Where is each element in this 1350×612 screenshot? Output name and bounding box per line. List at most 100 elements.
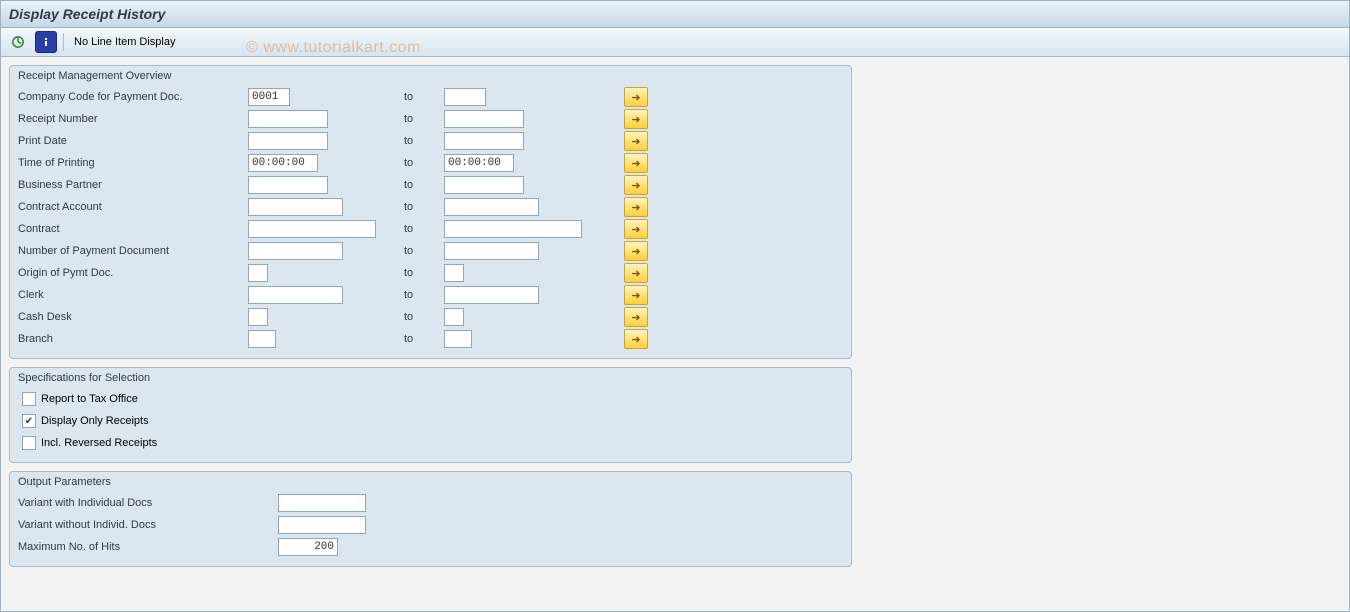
input-company-code-to[interactable] (444, 88, 486, 106)
arrow-right-icon: ➜ (631, 223, 640, 236)
toolbar: No Line Item Display (1, 28, 1349, 57)
group-output-parameters: Output Parameters Variant with Individua… (9, 471, 852, 567)
execute-icon (11, 35, 25, 49)
label-number-of-payment-document: Number of Payment Document (18, 245, 248, 257)
checkbox-row-only-receipts: ✔ Display Only Receipts (18, 410, 843, 432)
input-contract-to[interactable] (444, 220, 582, 238)
checkbox-only-receipts[interactable]: ✔ (22, 414, 36, 428)
checkbox-row-report-tax: Report to Tax Office (18, 388, 843, 410)
arrow-right-icon: ➜ (631, 201, 640, 214)
row-time-of-printing: Time of Printing to ➜ (18, 152, 843, 174)
checkbox-report-tax[interactable] (22, 392, 36, 406)
row-business-partner: Business Partner to ➜ (18, 174, 843, 196)
to-label: to (398, 113, 444, 125)
arrow-right-icon: ➜ (631, 267, 640, 280)
input-time-of-printing-to[interactable] (444, 154, 514, 172)
input-max-hits[interactable] (278, 538, 338, 556)
label-branch: Branch (18, 333, 248, 345)
label-variant-with: Variant with Individual Docs (18, 497, 278, 509)
input-contract-account-to[interactable] (444, 198, 539, 216)
page-title: Display Receipt History (1, 1, 1349, 28)
input-number-of-payment-document-to[interactable] (444, 242, 539, 260)
label-time-of-printing: Time of Printing (18, 157, 248, 169)
row-number-of-payment-document: Number of Payment Document to ➜ (18, 240, 843, 262)
arrow-right-icon: ➜ (631, 333, 640, 346)
input-origin-of-pymt-doc-to[interactable] (444, 264, 464, 282)
label-receipt-number: Receipt Number (18, 113, 248, 125)
input-variant-without[interactable] (278, 516, 366, 534)
multi-select-number-of-payment-document[interactable]: ➜ (624, 241, 648, 261)
label-contract-account: Contract Account (18, 201, 248, 213)
label-print-date: Print Date (18, 135, 248, 147)
input-clerk-to[interactable] (444, 286, 539, 304)
group-receipt-management-overview: Receipt Management Overview Company Code… (9, 65, 852, 359)
multi-select-business-partner[interactable]: ➜ (624, 175, 648, 195)
group-title: Output Parameters (18, 476, 843, 488)
row-print-date: Print Date to ➜ (18, 130, 843, 152)
input-contract-account-from[interactable] (248, 198, 343, 216)
input-print-date-from[interactable] (248, 132, 328, 150)
input-business-partner-to[interactable] (444, 176, 524, 194)
to-label: to (398, 157, 444, 169)
label-contract: Contract (18, 223, 248, 235)
multi-select-company-code[interactable]: ➜ (624, 87, 648, 107)
row-receipt-number: Receipt Number to ➜ (18, 108, 843, 130)
multi-select-branch[interactable]: ➜ (624, 329, 648, 349)
multi-select-cash-desk[interactable]: ➜ (624, 307, 648, 327)
to-label: to (398, 289, 444, 301)
multi-select-clerk[interactable]: ➜ (624, 285, 648, 305)
input-variant-with[interactable] (278, 494, 366, 512)
execute-button[interactable] (7, 31, 29, 53)
checkbox-incl-reversed[interactable] (22, 436, 36, 450)
to-label: to (398, 333, 444, 345)
multi-select-print-date[interactable]: ➜ (624, 131, 648, 151)
group-specifications-for-selection: Specifications for Selection Report to T… (9, 367, 852, 463)
label-clerk: Clerk (18, 289, 248, 301)
to-label: to (398, 223, 444, 235)
input-origin-of-pymt-doc-from[interactable] (248, 264, 268, 282)
arrow-right-icon: ➜ (631, 179, 640, 192)
input-cash-desk-from[interactable] (248, 308, 268, 326)
to-label: to (398, 245, 444, 257)
group-title: Specifications for Selection (18, 372, 843, 384)
input-branch-to[interactable] (444, 330, 472, 348)
input-receipt-number-from[interactable] (248, 110, 328, 128)
input-business-partner-from[interactable] (248, 176, 328, 194)
multi-select-time-of-printing[interactable]: ➜ (624, 153, 648, 173)
row-origin-of-pymt-doc: Origin of Pymt Doc. to ➜ (18, 262, 843, 284)
info-button[interactable] (35, 31, 57, 53)
no-line-item-button[interactable]: No Line Item Display (70, 34, 180, 50)
input-company-code-from[interactable] (248, 88, 290, 106)
row-max-hits: Maximum No. of Hits (18, 536, 843, 558)
to-label: to (398, 179, 444, 191)
toolbar-separator (63, 33, 64, 51)
input-clerk-from[interactable] (248, 286, 343, 304)
checkbox-label-incl-reversed: Incl. Reversed Receipts (41, 437, 157, 449)
multi-select-contract-account[interactable]: ➜ (624, 197, 648, 217)
input-receipt-number-to[interactable] (444, 110, 524, 128)
multi-select-origin-of-pymt-doc[interactable]: ➜ (624, 263, 648, 283)
arrow-right-icon: ➜ (631, 311, 640, 324)
input-time-of-printing-from[interactable] (248, 154, 318, 172)
input-branch-from[interactable] (248, 330, 276, 348)
arrow-right-icon: ➜ (631, 245, 640, 258)
input-cash-desk-to[interactable] (444, 308, 464, 326)
info-icon (40, 36, 52, 48)
group-title: Receipt Management Overview (18, 70, 843, 82)
to-label: to (398, 267, 444, 279)
arrow-right-icon: ➜ (631, 91, 640, 104)
input-contract-from[interactable] (248, 220, 376, 238)
row-company-code: Company Code for Payment Doc. to ➜ (18, 86, 843, 108)
input-print-date-to[interactable] (444, 132, 524, 150)
row-variant-with: Variant with Individual Docs (18, 492, 843, 514)
label-variant-without: Variant without Individ. Docs (18, 519, 278, 531)
input-number-of-payment-document-from[interactable] (248, 242, 343, 260)
arrow-right-icon: ➜ (631, 113, 640, 126)
page-title-text: Display Receipt History (9, 6, 165, 22)
to-label: to (398, 91, 444, 103)
checkbox-row-incl-reversed: Incl. Reversed Receipts (18, 432, 843, 454)
multi-select-receipt-number[interactable]: ➜ (624, 109, 648, 129)
multi-select-contract[interactable]: ➜ (624, 219, 648, 239)
arrow-right-icon: ➜ (631, 289, 640, 302)
label-max-hits: Maximum No. of Hits (18, 541, 278, 553)
